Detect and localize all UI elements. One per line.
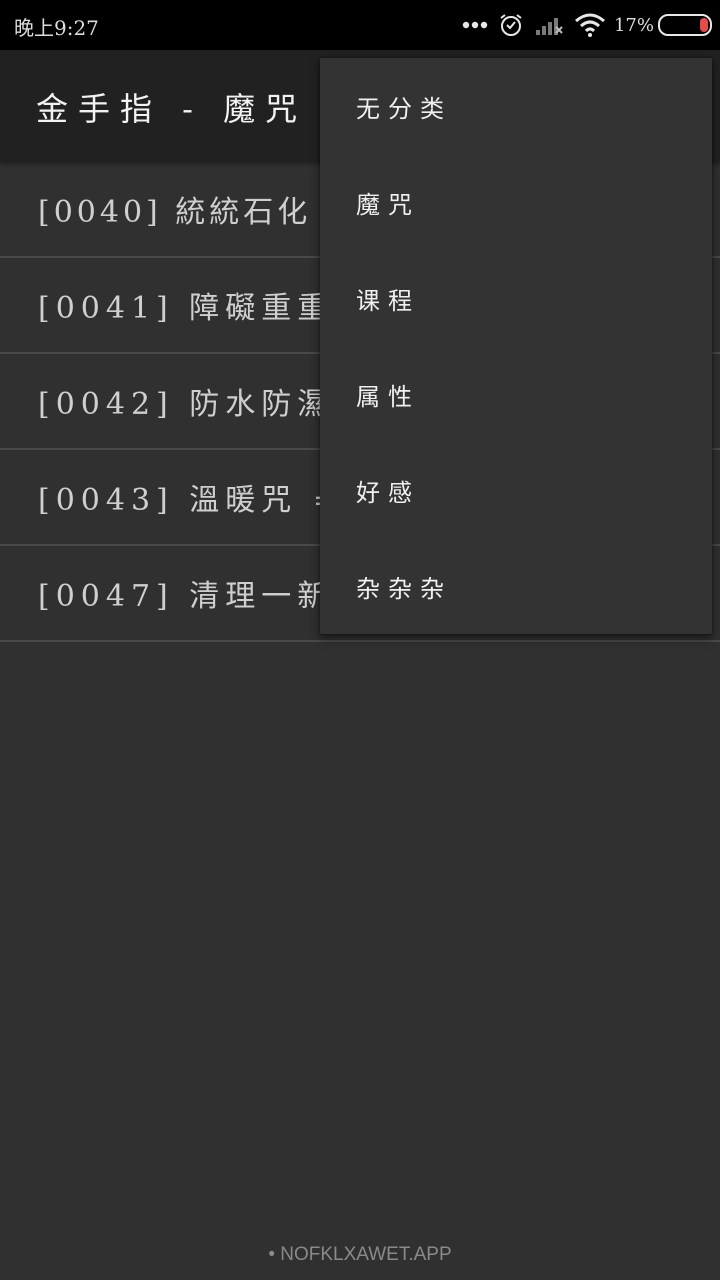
page-title: 金手指 - 魔咒 (36, 90, 308, 128)
battery-level (700, 18, 708, 32)
status-time: 晚上9:27 (14, 16, 99, 40)
menu-item-misc[interactable]: 杂杂杂 (320, 538, 712, 634)
menu-item-affection[interactable]: 好感 (320, 442, 712, 538)
category-menu: 无分类 魔咒 课程 属性 好感 杂杂杂 (320, 58, 712, 634)
menu-item-spells[interactable]: 魔咒 (320, 154, 712, 250)
status-icons: 17% (452, 10, 712, 40)
app-screen: 晚上9:27 17% 金手指 - 魔咒 [0040] 統統石化 = [0041]… (0, 0, 720, 1280)
battery-percent: 17% (613, 14, 654, 36)
status-bar: 晚上9:27 17% (0, 0, 720, 50)
menu-item-uncategorized[interactable]: 无分类 (320, 58, 712, 154)
menu-item-attributes[interactable]: 属性 (320, 346, 712, 442)
battery-icon (658, 14, 712, 36)
more-dots-icon (462, 20, 488, 30)
wifi-icon (574, 12, 606, 38)
watermark: • NOFKLXAWET.APP (268, 1244, 452, 1265)
signal-icon (534, 13, 564, 37)
menu-item-courses[interactable]: 课程 (320, 250, 712, 346)
alarm-icon (498, 12, 524, 38)
